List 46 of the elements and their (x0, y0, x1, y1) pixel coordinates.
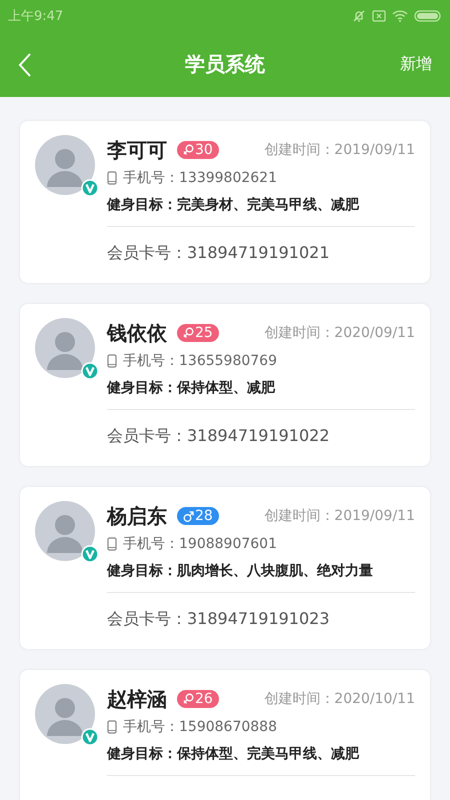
created-date: 创建时间：2020/09/11 (264, 324, 415, 342)
gender-age-tag: 25 (177, 324, 219, 342)
avatar-placeholder (35, 501, 95, 561)
gender-age-tag: 26 (177, 690, 219, 708)
female-icon (183, 144, 194, 156)
membership-card-number: 会员卡号：31894719191023 (107, 609, 331, 630)
phone-icon (107, 720, 117, 734)
member-name: 赵梓涵 (107, 686, 167, 712)
membership-card-number: 会员卡号：31894719191021 (107, 243, 331, 264)
phone-number: 手机号：13399802621 (123, 169, 277, 187)
wifi-icon (392, 10, 408, 22)
member-name: 李可可 (107, 136, 167, 164)
page-title: 学员系统 (185, 51, 265, 78)
member-card[interactable]: 李可可 30 创建时间：2019/09/11 手机号：13399802621 健身目标：完美身材、完美马甲线、减肥 会员卡号：31894719191021 (20, 121, 430, 283)
created-date: 创建时间：2019/09/11 (264, 507, 415, 525)
status-time: 上午9:47 (8, 8, 64, 25)
phone-number: 手机号：19088907601 (123, 535, 277, 553)
avatar-placeholder (35, 135, 95, 195)
female-icon (183, 692, 194, 706)
avatar-placeholder (35, 684, 95, 744)
member-name: 杨启东 (107, 502, 167, 530)
member-name: 钱依依 (107, 320, 167, 346)
female-icon (183, 326, 194, 340)
member-card[interactable]: 杨启东 28 创建时间：2019/09/11 手机号：19088907601 健身目标：肌肉增长、八块腹肌、绝对力量 会员卡号：31894719191023 (20, 487, 430, 649)
battery-icon (414, 10, 442, 22)
member-card[interactable]: 钱依依 25 创建时间：2020/09/11 手机号：13655980769 健身目标：保持体型、减肥 会员卡号：31894719191022 (20, 304, 430, 466)
created-date: 创建时间：2019/09/11 (264, 141, 415, 159)
gender-age-tag: 28 (177, 507, 219, 525)
mute-icon (352, 9, 366, 23)
membership-card-number: 会员卡号：31894719191022 (107, 426, 331, 447)
member-card[interactable]: 赵梓涵 26 创建时间：2020/10/11 手机号：15908670888 健身目标：保持体型、完美马甲线、减肥 (20, 670, 430, 800)
back-button[interactable] (18, 52, 32, 78)
sim-icon (372, 10, 386, 22)
fitness-goals: 健身目标：保持体型、减肥 (107, 379, 276, 397)
fitness-goals: 健身目标：肌肉增长、八块腹肌、绝对力量 (107, 562, 374, 580)
phone-icon (107, 537, 117, 551)
created-date: 创建时间：2020/10/11 (264, 690, 415, 708)
avatar-placeholder (35, 318, 95, 378)
fitness-goals: 健身目标：完美身材、完美马甲线、减肥 (107, 196, 360, 214)
fitness-goals: 健身目标：保持体型、完美马甲线、减肥 (107, 745, 360, 763)
gender-age-tag: 30 (177, 141, 219, 159)
phone-icon (107, 354, 117, 368)
phone-number: 手机号：15908670888 (123, 718, 277, 736)
phone-icon (107, 171, 117, 185)
male-icon (183, 510, 194, 522)
phone-number: 手机号：13655980769 (123, 352, 277, 370)
